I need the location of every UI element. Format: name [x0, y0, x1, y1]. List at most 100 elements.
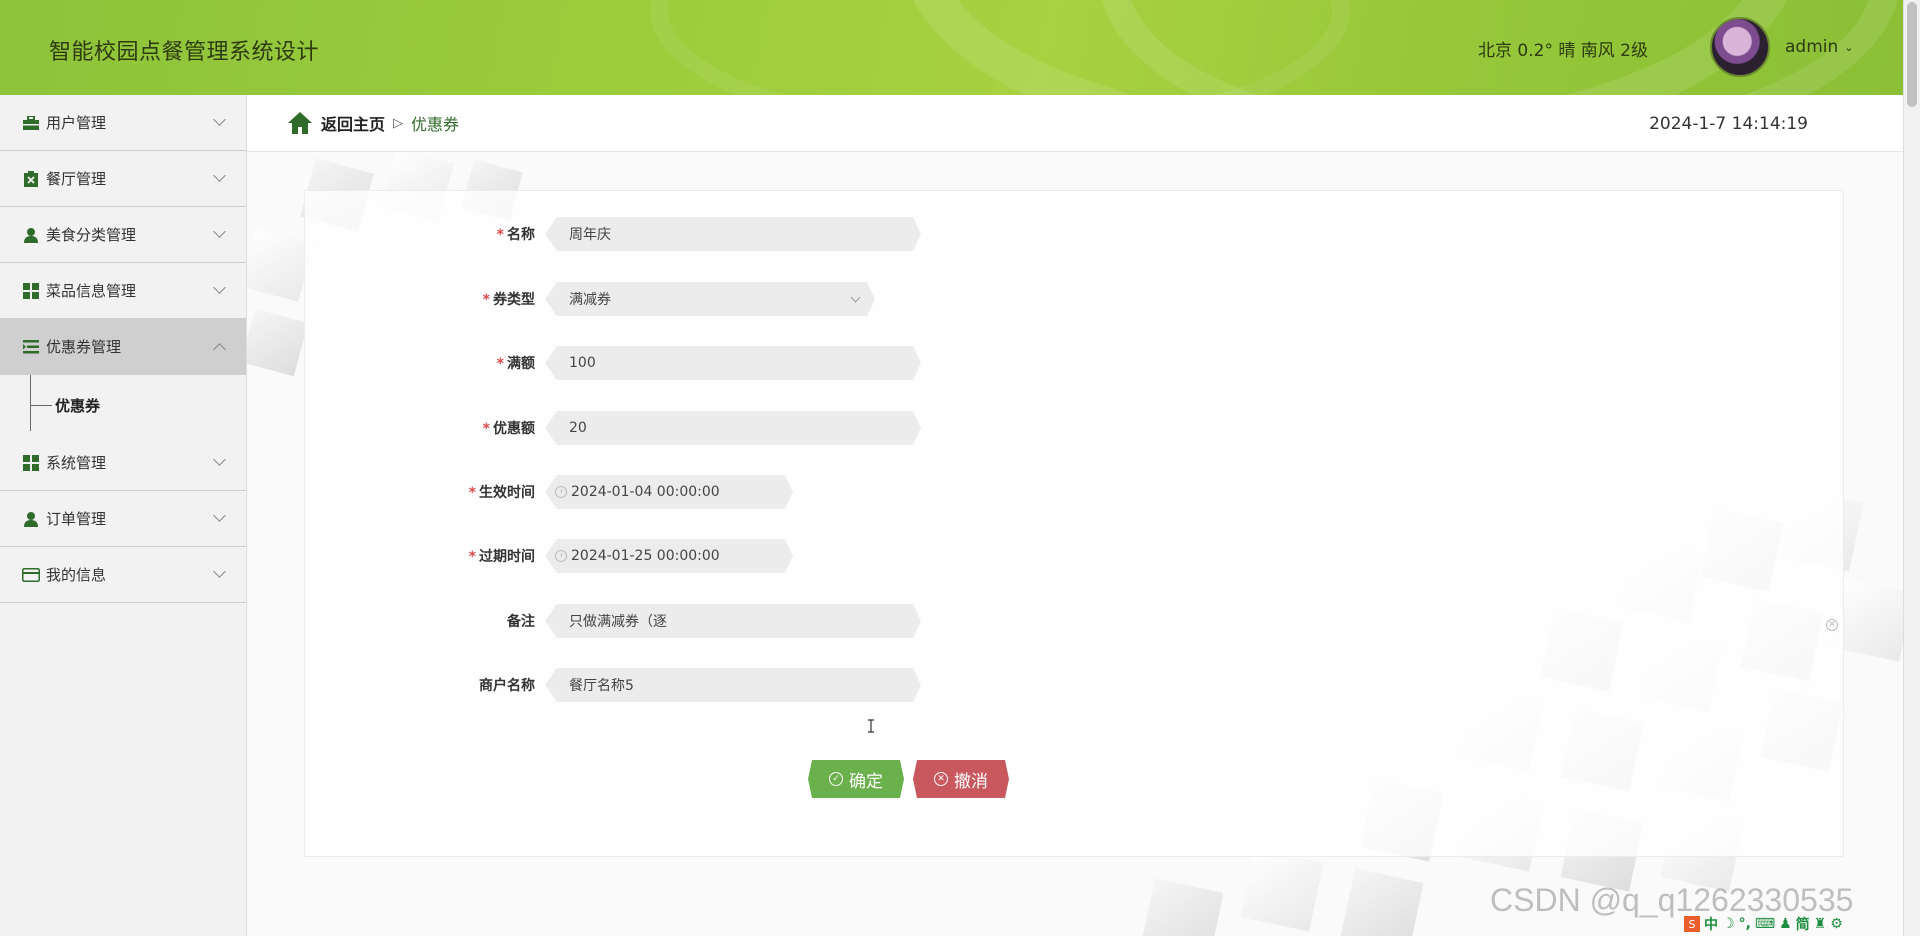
picker-value: 2024-01-04 00:00:00: [571, 484, 720, 500]
breadcrumb-bar: 返回主页 ▷ 优惠券 2024-1-7 14:14:19: [247, 95, 1903, 152]
select-value: 满减券: [569, 292, 611, 308]
discount-input[interactable]: 20: [545, 411, 921, 445]
main-content: 返回主页 ▷ 优惠券 2024-1-7 14:14:19 * 名称 周年庆 * 券类…: [247, 95, 1903, 936]
field-label: * 优惠额: [482, 421, 535, 437]
sidebar-item-food-category-management[interactable]: 美食分类管理: [0, 207, 246, 263]
sidebar-subitem-coupon[interactable]: 优惠券: [55, 395, 100, 416]
remark-input[interactable]: 只做满减券（逐: [545, 604, 921, 638]
form-row-end-time: * 过期时间 2024-01-25 00:00:00: [305, 538, 793, 574]
clear-icon[interactable]: ✕: [1826, 619, 1838, 631]
cancel-button-label: 撤消: [954, 771, 988, 792]
form-row-remark: 备注 只做满减券（逐: [305, 603, 921, 639]
app-header: 智能校园点餐管理系统设计 北京 0.2° 晴 南风 2级 admin ⌄: [0, 0, 1903, 95]
chevron-down-icon: [213, 281, 226, 294]
sidebar-item-my-info[interactable]: 我的信息: [0, 547, 246, 603]
threshold-input[interactable]: 100: [545, 346, 921, 380]
coupon-type-select[interactable]: 满减券: [545, 282, 875, 316]
sidebar-item-label: 用户管理: [46, 114, 107, 132]
tree-line: [30, 375, 31, 431]
grid-icon: [22, 282, 40, 300]
chevron-down-icon: [213, 169, 226, 182]
submenu-coupon: 优惠券: [0, 375, 246, 435]
check-circle-icon: ✓: [829, 772, 843, 786]
name-input[interactable]: 周年庆: [545, 217, 921, 251]
sidebar-item-restaurant-management[interactable]: 餐厅管理: [0, 151, 246, 207]
sidebar-item-dish-info-management[interactable]: 菜品信息管理: [0, 263, 246, 319]
breadcrumb: 返回主页 ▷ 优惠券: [287, 111, 459, 135]
back-home-link[interactable]: 返回主页: [321, 111, 385, 135]
gear-icon[interactable]: ⚙: [1830, 916, 1843, 932]
sidebar-item-label: 优惠券管理: [46, 338, 122, 356]
moon-icon[interactable]: ☽: [1722, 916, 1735, 932]
tree-branch: [30, 405, 52, 406]
confirm-button[interactable]: ✓ 确定: [808, 760, 904, 798]
chevron-down-icon: ⌄: [1844, 40, 1854, 54]
chevron-down-icon: [213, 225, 226, 238]
sidebar-item-label: 系统管理: [46, 454, 107, 472]
coupon-form: * 名称 周年庆 * 券类型 满减券 * 满额 100 * 优惠额 20 * 生效时间 2…: [304, 190, 1844, 857]
sidebar-item-coupon-management[interactable]: 优惠券管理: [0, 319, 246, 375]
user-icon: [22, 226, 40, 244]
ime-chinese-mode[interactable]: 中: [1704, 914, 1718, 934]
sidebar-item-label: 餐厅管理: [46, 170, 107, 188]
cancel-button[interactable]: ✕ 撤消: [913, 760, 1009, 798]
chevron-down-icon: [213, 565, 226, 578]
grid-icon: [22, 454, 40, 472]
end-time-picker[interactable]: 2024-01-25 00:00:00: [545, 539, 793, 573]
sidebar-item-label: 订单管理: [46, 510, 107, 528]
ime-logo-icon: S: [1684, 916, 1700, 932]
chevron-down-icon: [213, 113, 226, 126]
form-row-threshold: * 满额 100: [305, 345, 921, 381]
field-label: * 生效时间: [468, 485, 535, 501]
ime-toolbar[interactable]: S 中 ☽ °, ⌨ ♟ 简 ♜ ⚙: [1684, 914, 1843, 934]
sidebar-item-system-management[interactable]: 系统管理: [0, 435, 246, 491]
field-label: * 券类型: [482, 292, 535, 308]
confirm-button-label: 确定: [849, 771, 883, 792]
chevron-up-icon: [213, 343, 226, 356]
sidebar-item-label: 菜品信息管理: [46, 282, 137, 300]
app-title: 智能校园点餐管理系统设计: [49, 40, 320, 65]
chevron-down-icon: [851, 293, 861, 303]
keyboard-icon[interactable]: ⌨: [1755, 916, 1775, 932]
breadcrumb-separator: ▷: [393, 115, 404, 131]
breadcrumb-current: 优惠券: [411, 115, 460, 134]
username-label: admin: [1785, 37, 1839, 57]
scrollbar-thumb[interactable]: [1907, 2, 1917, 107]
form-row-start-time: * 生效时间 2024-01-04 00:00:00: [305, 474, 793, 510]
close-circle-icon: ✕: [934, 772, 948, 786]
home-icon[interactable]: [287, 111, 313, 135]
field-label: 商户名称: [479, 678, 535, 694]
clock-icon: [555, 550, 567, 562]
chevron-down-icon: [213, 453, 226, 466]
picker-value: 2024-01-25 00:00:00: [571, 548, 720, 564]
sidebar-item-label: 美食分类管理: [46, 226, 137, 244]
start-time-picker[interactable]: 2024-01-04 00:00:00: [545, 475, 793, 509]
ime-simplified-mode[interactable]: 简: [1796, 914, 1810, 934]
merchant-input[interactable]: 餐厅名称5: [545, 668, 921, 702]
page-scrollbar[interactable]: [1903, 0, 1920, 936]
clipboard-x-icon: [22, 170, 40, 188]
field-label: * 过期时间: [468, 549, 535, 565]
user-menu[interactable]: admin ⌄: [1785, 37, 1854, 57]
clock-icon: [555, 486, 567, 498]
sidebar-item-user-management[interactable]: 用户管理: [0, 95, 246, 151]
weather-info: 北京 0.2° 晴 南风 2级: [1478, 41, 1648, 61]
field-label: * 名称: [496, 227, 535, 243]
shirt-icon[interactable]: ♜: [1814, 916, 1827, 932]
chevron-down-icon: [213, 509, 226, 522]
briefcase-icon: [22, 114, 40, 132]
punctuation-icon[interactable]: °,: [1739, 916, 1751, 932]
field-label: 备注: [507, 614, 535, 630]
user-icon[interactable]: ♟: [1779, 916, 1792, 932]
form-row-discount: * 优惠额 20: [305, 410, 921, 446]
list-icon: [22, 338, 40, 356]
sidebar-item-label: 我的信息: [46, 566, 107, 584]
card-icon: [22, 566, 40, 584]
field-label: * 满额: [496, 356, 535, 372]
current-datetime: 2024-1-7 14:14:19: [1649, 114, 1808, 134]
form-row-name: * 名称 周年庆: [305, 216, 921, 252]
text-cursor-icon: [868, 719, 874, 733]
user-avatar[interactable]: [1710, 17, 1770, 77]
form-row-merchant: 商户名称 餐厅名称5: [305, 667, 921, 703]
sidebar-item-order-management[interactable]: 订单管理: [0, 491, 246, 547]
